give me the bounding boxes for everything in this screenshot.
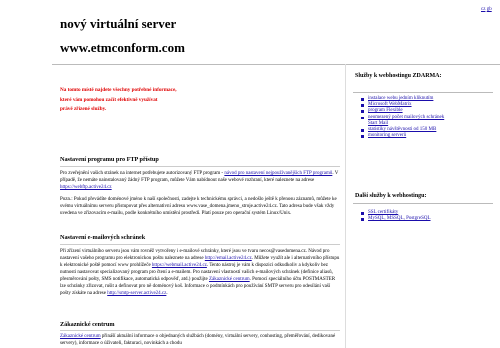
intro-line: Na tomto místě najdete všechny potřebné … bbox=[60, 87, 177, 93]
free-service-link[interactable]: program Flexible bbox=[368, 108, 403, 113]
free-service-link[interactable]: instalace webu jedním kliknutím bbox=[368, 96, 433, 101]
email-text: . bbox=[166, 291, 168, 296]
lang-cz-link[interactable]: cz bbox=[481, 7, 485, 12]
zc-paragraph: Zákaznické centrum přináší aktuální info… bbox=[60, 333, 340, 347]
list-item: monitoring serverů bbox=[358, 133, 448, 139]
domain-title: www.etmconform.com bbox=[60, 40, 185, 55]
extra-services-divider bbox=[353, 203, 493, 204]
customer-center-link[interactable]: Zákaznické centrum bbox=[209, 277, 250, 282]
intro-line: které vám pomohou začít efektivně využív… bbox=[60, 96, 158, 103]
list-item: MySQL, MSSQL, PostgreSQL bbox=[358, 216, 448, 222]
zc-divider bbox=[60, 330, 340, 331]
list-item: neomezený počet mailových schránek Start… bbox=[358, 115, 448, 127]
language-switcher: cz gb bbox=[481, 7, 492, 12]
email-paragraph: Při zřízení virtuálního serveru jsou vám… bbox=[60, 248, 340, 297]
lang-en-link[interactable]: gb bbox=[487, 7, 492, 12]
free-services-heading: Služby k webhostingu ZDARMA: bbox=[355, 73, 442, 79]
ftp-note: Pozn.: Pokud převádíte doménové jméno k … bbox=[60, 197, 337, 216]
extra-service-link[interactable]: MySQL, MSSQL, PostgreSQL bbox=[368, 216, 431, 221]
ftp-divider bbox=[60, 166, 340, 167]
free-services-divider bbox=[353, 92, 493, 93]
free-service-link[interactable]: monitoring serverů bbox=[368, 133, 406, 138]
email-heading: Nastavení e-mailových schránek bbox=[60, 234, 146, 241]
zc-text: přináší aktuální informace o objednaných… bbox=[60, 334, 336, 346]
free-service-link[interactable]: Microsoft WebMatrix bbox=[368, 102, 412, 107]
smtp-link[interactable]: http://smtp-server.active24.cz bbox=[107, 291, 166, 296]
free-services-list: instalace webu jedním kliknutím Microsof… bbox=[358, 96, 448, 139]
email-guide-link[interactable]: http://email.active24.cz bbox=[205, 256, 252, 261]
intro-line: právě zřízené služby. bbox=[60, 106, 107, 112]
ftp-paragraph: Pro zveřejnění vašich stránek na interne… bbox=[60, 170, 340, 191]
page-title: nový virtuální server bbox=[60, 16, 177, 31]
sidebar-divider bbox=[345, 64, 346, 348]
webftp-link[interactable]: https://webftp.active24.cz bbox=[60, 185, 112, 190]
zc-heading: Zákaznické centrum bbox=[60, 321, 115, 328]
free-service-link[interactable]: neomezený počet mailových schránek Start… bbox=[368, 115, 444, 126]
zc-link[interactable]: Zákaznické centrum bbox=[60, 334, 101, 339]
header-divider bbox=[52, 64, 500, 65]
ftp-guide-link[interactable]: návod pro nastavení nejpoužívanějších FT… bbox=[224, 171, 332, 176]
free-service-link[interactable]: statistiky návštěvnosti od 150 MB bbox=[368, 127, 436, 132]
webmail-link[interactable]: https://webmail.active24.cz bbox=[152, 263, 207, 268]
email-divider bbox=[60, 244, 340, 245]
ftp-text: Pro zveřejnění vašich stránek na interne… bbox=[60, 171, 225, 176]
extra-services-heading: Další služby k webhostingu: bbox=[355, 193, 427, 199]
extra-service-link[interactable]: SSL certifikáty bbox=[368, 210, 398, 215]
ftp-heading: Nastavení programu pro FTP přístup bbox=[60, 156, 159, 163]
intro-text: Na tomto místě najdete všechny potřebné … bbox=[60, 86, 210, 115]
extra-services-list: SSL certifikáty MySQL, MSSQL, PostgreSQL bbox=[358, 210, 448, 222]
